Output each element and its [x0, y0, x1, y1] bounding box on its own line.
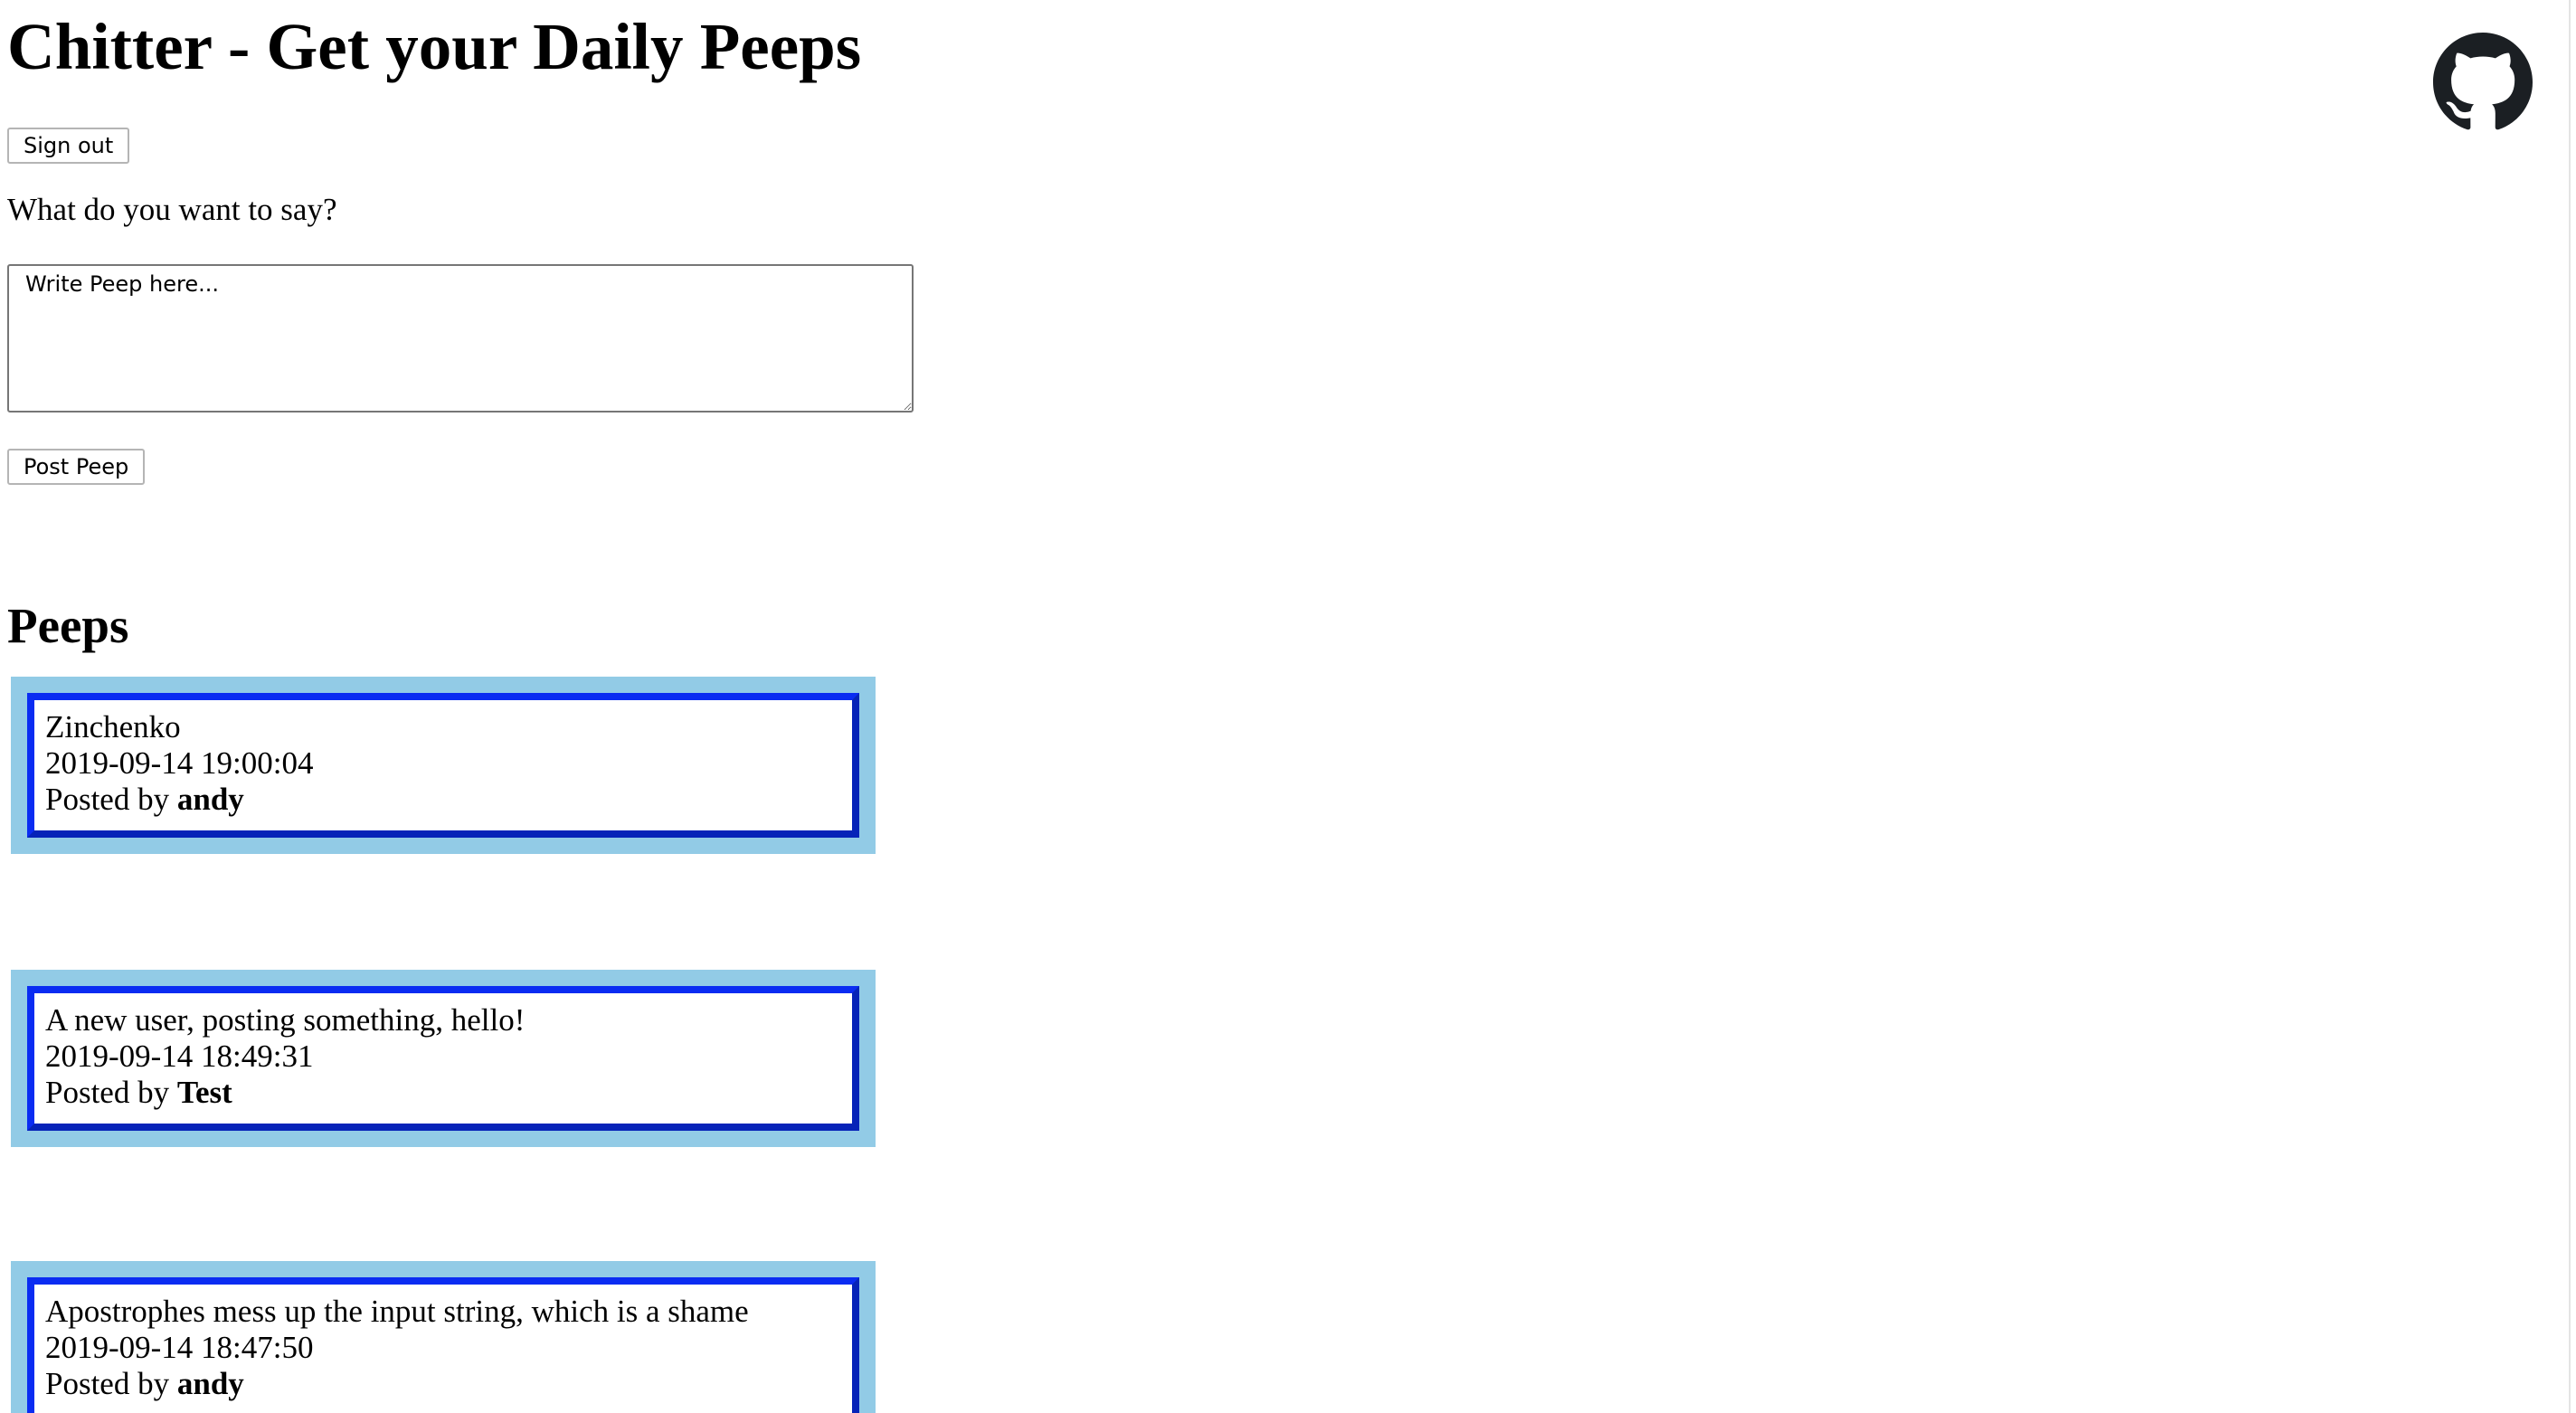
peep-byline: Posted by andy — [45, 782, 841, 818]
posted-by-label: Posted by — [45, 1366, 170, 1401]
peep-byline: Posted by Test — [45, 1075, 841, 1111]
peep-card: Zinchenko 2019-09-14 19:00:04 Posted by … — [11, 677, 876, 854]
post-peep-button[interactable]: Post Peep — [7, 449, 146, 485]
page: Chitter - Get your Daily Peeps Sign out … — [0, 0, 2569, 1413]
peep-timestamp: 2019-09-14 18:47:50 — [45, 1330, 314, 1365]
peep-card: A new user, posting something, hello! 20… — [11, 970, 876, 1147]
peep-card-inner: Apostrophes mess up the input string, wh… — [27, 1277, 859, 1413]
peep-author: andy — [176, 1366, 244, 1401]
peep-card-inner: A new user, posting something, hello! 20… — [27, 986, 859, 1131]
peep-text: Apostrophes mess up the input string, wh… — [45, 1294, 749, 1329]
peep-timestamp: 2019-09-14 18:49:31 — [45, 1038, 314, 1074]
peep-byline: Posted by andy — [45, 1366, 841, 1402]
peep-text: A new user, posting something, hello! — [45, 1002, 526, 1038]
peep-card: Apostrophes mess up the input string, wh… — [11, 1261, 876, 1413]
github-icon[interactable] — [2433, 33, 2533, 132]
peep-card-inner: Zinchenko 2019-09-14 19:00:04 Posted by … — [27, 693, 859, 838]
peep-author: Test — [176, 1075, 232, 1110]
posted-by-label: Posted by — [45, 782, 170, 817]
peep-text: Zinchenko — [45, 709, 181, 744]
posted-by-label: Posted by — [45, 1075, 170, 1110]
page-title: Chitter - Get your Daily Peeps — [7, 10, 862, 83]
peeps-heading: Peeps — [7, 598, 129, 653]
peep-input[interactable] — [7, 264, 914, 413]
sign-out-button[interactable]: Sign out — [7, 128, 130, 164]
peep-timestamp: 2019-09-14 19:00:04 — [45, 745, 314, 781]
compose-prompt: What do you want to say? — [7, 192, 337, 227]
peep-author: andy — [176, 782, 244, 817]
window-edge-divider — [2569, 0, 2571, 1413]
